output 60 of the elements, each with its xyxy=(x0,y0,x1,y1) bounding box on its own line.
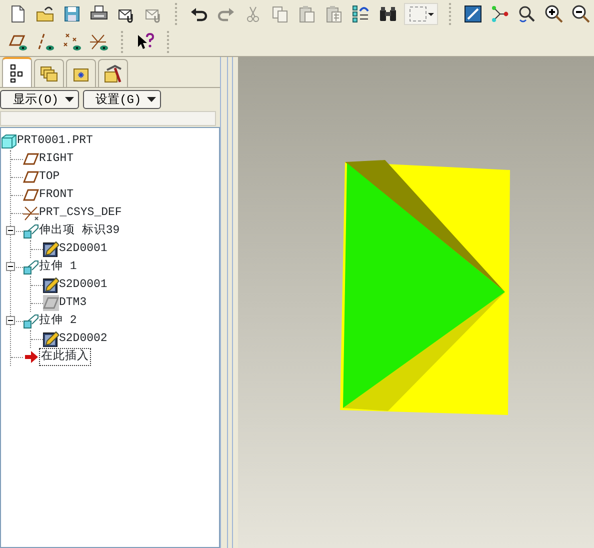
tree-item-label[interactable]: S2D0002 xyxy=(59,331,108,347)
caret-icon xyxy=(64,96,74,102)
sketch-pencil-icon xyxy=(43,277,59,293)
brush-square-icon xyxy=(463,4,483,24)
zoom-out-icon xyxy=(571,4,591,24)
tree-item-label[interactable]: PRT0001.PRT xyxy=(17,133,93,149)
copy-icon xyxy=(270,4,290,24)
tree-item-label[interactable]: S2D0001 xyxy=(59,241,108,257)
zoom-in-button[interactable] xyxy=(543,3,565,25)
sketch-pencil-icon xyxy=(43,241,59,257)
node-branch-icon xyxy=(490,4,510,24)
navigator-tab[interactable] xyxy=(2,57,32,87)
insert-arrow-icon xyxy=(23,349,39,365)
zoom-out-button[interactable] xyxy=(570,3,592,25)
zoom-in-icon xyxy=(544,4,564,24)
tree-item-label[interactable]: 伸出项 标识39 xyxy=(39,223,120,239)
list-arrows-icon xyxy=(351,4,371,24)
save-icon xyxy=(62,4,82,24)
dashed-box-icon xyxy=(408,5,428,23)
tree-item-label[interactable]: 拉伸 1 xyxy=(39,259,77,275)
extrude-icon xyxy=(23,313,39,329)
help-pointer-icon xyxy=(135,32,155,52)
greyed-plane-icon xyxy=(43,295,59,311)
parallelogram-icon xyxy=(23,187,39,203)
navigator-tab[interactable] xyxy=(98,59,128,87)
tree-item-label[interactable]: TOP xyxy=(39,169,60,185)
tree-item-label[interactable]: 拉伸 2 xyxy=(39,313,77,329)
csys-eye-icon xyxy=(89,32,109,52)
selection-dropdown[interactable] xyxy=(404,3,438,25)
parallelogram-icon xyxy=(23,169,39,185)
tree-item-label[interactable]: DTM3 xyxy=(59,295,87,311)
tree-item-label[interactable]: PRT_CSYS_DEF xyxy=(39,205,122,221)
collapse-toggle[interactable] xyxy=(6,316,15,325)
caret-icon xyxy=(428,12,434,16)
insert-here-marker[interactable]: 在此插入 xyxy=(39,348,91,366)
folders-icon xyxy=(39,64,59,84)
points-eye-button[interactable] xyxy=(61,31,83,53)
brush-square-button[interactable] xyxy=(462,3,484,25)
tree-item-label[interactable]: FRONT xyxy=(39,187,74,203)
tree-item-label[interactable]: S2D0001 xyxy=(59,277,108,293)
parallelogram-icon xyxy=(23,151,39,167)
points-eye-icon xyxy=(62,32,82,52)
node-branch-button[interactable] xyxy=(489,3,511,25)
binoculars-icon xyxy=(378,4,398,24)
magnifier-arrows-icon xyxy=(517,4,537,24)
collapse-toggle[interactable] xyxy=(6,226,15,235)
csys-icon xyxy=(23,205,39,221)
extrude-icon xyxy=(23,259,39,275)
open-folder-icon xyxy=(35,4,55,24)
caret-icon xyxy=(147,96,156,102)
dropdown-button[interactable]: 显示(O) xyxy=(0,90,79,109)
sketch-pencil-icon xyxy=(43,331,59,347)
clipboard-grid-icon xyxy=(324,4,344,24)
cube-icon xyxy=(1,133,17,149)
paste-icon xyxy=(297,4,317,24)
collapse-toggle[interactable] xyxy=(6,262,15,271)
extrude-icon xyxy=(23,223,39,239)
dropdown-button[interactable]: 设置(G) xyxy=(82,90,162,109)
tree-item-label[interactable]: RIGHT xyxy=(39,151,74,167)
folder-hammer-icon xyxy=(103,64,123,84)
